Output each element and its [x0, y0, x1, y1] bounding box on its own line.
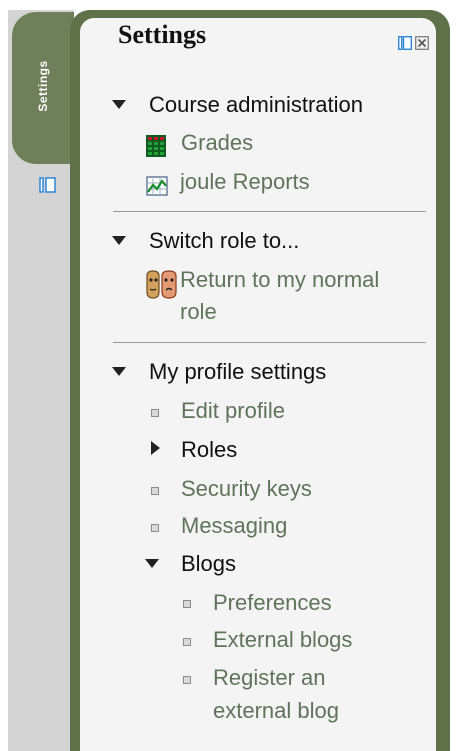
divider: [113, 211, 426, 212]
register-external-blog-link-line1[interactable]: Register an: [213, 664, 326, 692]
profile-expand-icon[interactable]: [112, 367, 126, 376]
blogs-expand-icon[interactable]: [145, 559, 159, 568]
course-admin-expand-icon[interactable]: [112, 100, 126, 109]
switch-role-icon: [146, 270, 177, 299]
bullet-icon: [183, 676, 191, 684]
register-external-blog-link-line2[interactable]: external blog: [213, 697, 339, 725]
edit-profile-link[interactable]: Edit profile: [181, 397, 285, 425]
blog-preferences-link[interactable]: Preferences: [213, 589, 332, 617]
dock-move-icon[interactable]: [39, 176, 57, 194]
reports-icon: [146, 176, 168, 196]
joule-reports-link[interactable]: joule Reports: [180, 168, 310, 196]
dock-tab-settings[interactable]: Settings: [12, 12, 74, 164]
bullet-icon: [183, 638, 191, 646]
switch-role-expand-icon[interactable]: [112, 236, 126, 245]
blogs-label[interactable]: Blogs: [181, 550, 236, 578]
security-keys-link[interactable]: Security keys: [181, 475, 312, 503]
roles-label[interactable]: Roles: [181, 436, 237, 464]
bullet-icon: [151, 524, 159, 532]
course-admin-label[interactable]: Course administration: [149, 91, 363, 119]
return-role-link-line2[interactable]: role: [180, 298, 217, 326]
block-title: Settings: [118, 20, 207, 49]
divider: [113, 342, 426, 343]
switch-role-label[interactable]: Switch role to...: [149, 227, 299, 255]
messaging-link[interactable]: Messaging: [181, 512, 287, 540]
close-block-icon[interactable]: [415, 36, 429, 50]
bullet-icon: [151, 487, 159, 495]
roles-collapsed-icon[interactable]: [151, 441, 160, 455]
profile-settings-label[interactable]: My profile settings: [149, 358, 326, 386]
return-role-link-line1[interactable]: Return to my normal: [180, 266, 379, 294]
dock-tab-label: Settings: [36, 60, 50, 112]
grades-link[interactable]: Grades: [181, 129, 253, 157]
external-blogs-link[interactable]: External blogs: [213, 626, 352, 654]
dock-block-icon[interactable]: [398, 36, 412, 50]
bullet-icon: [151, 409, 159, 417]
bullet-icon: [183, 600, 191, 608]
grades-icon: [146, 135, 166, 157]
